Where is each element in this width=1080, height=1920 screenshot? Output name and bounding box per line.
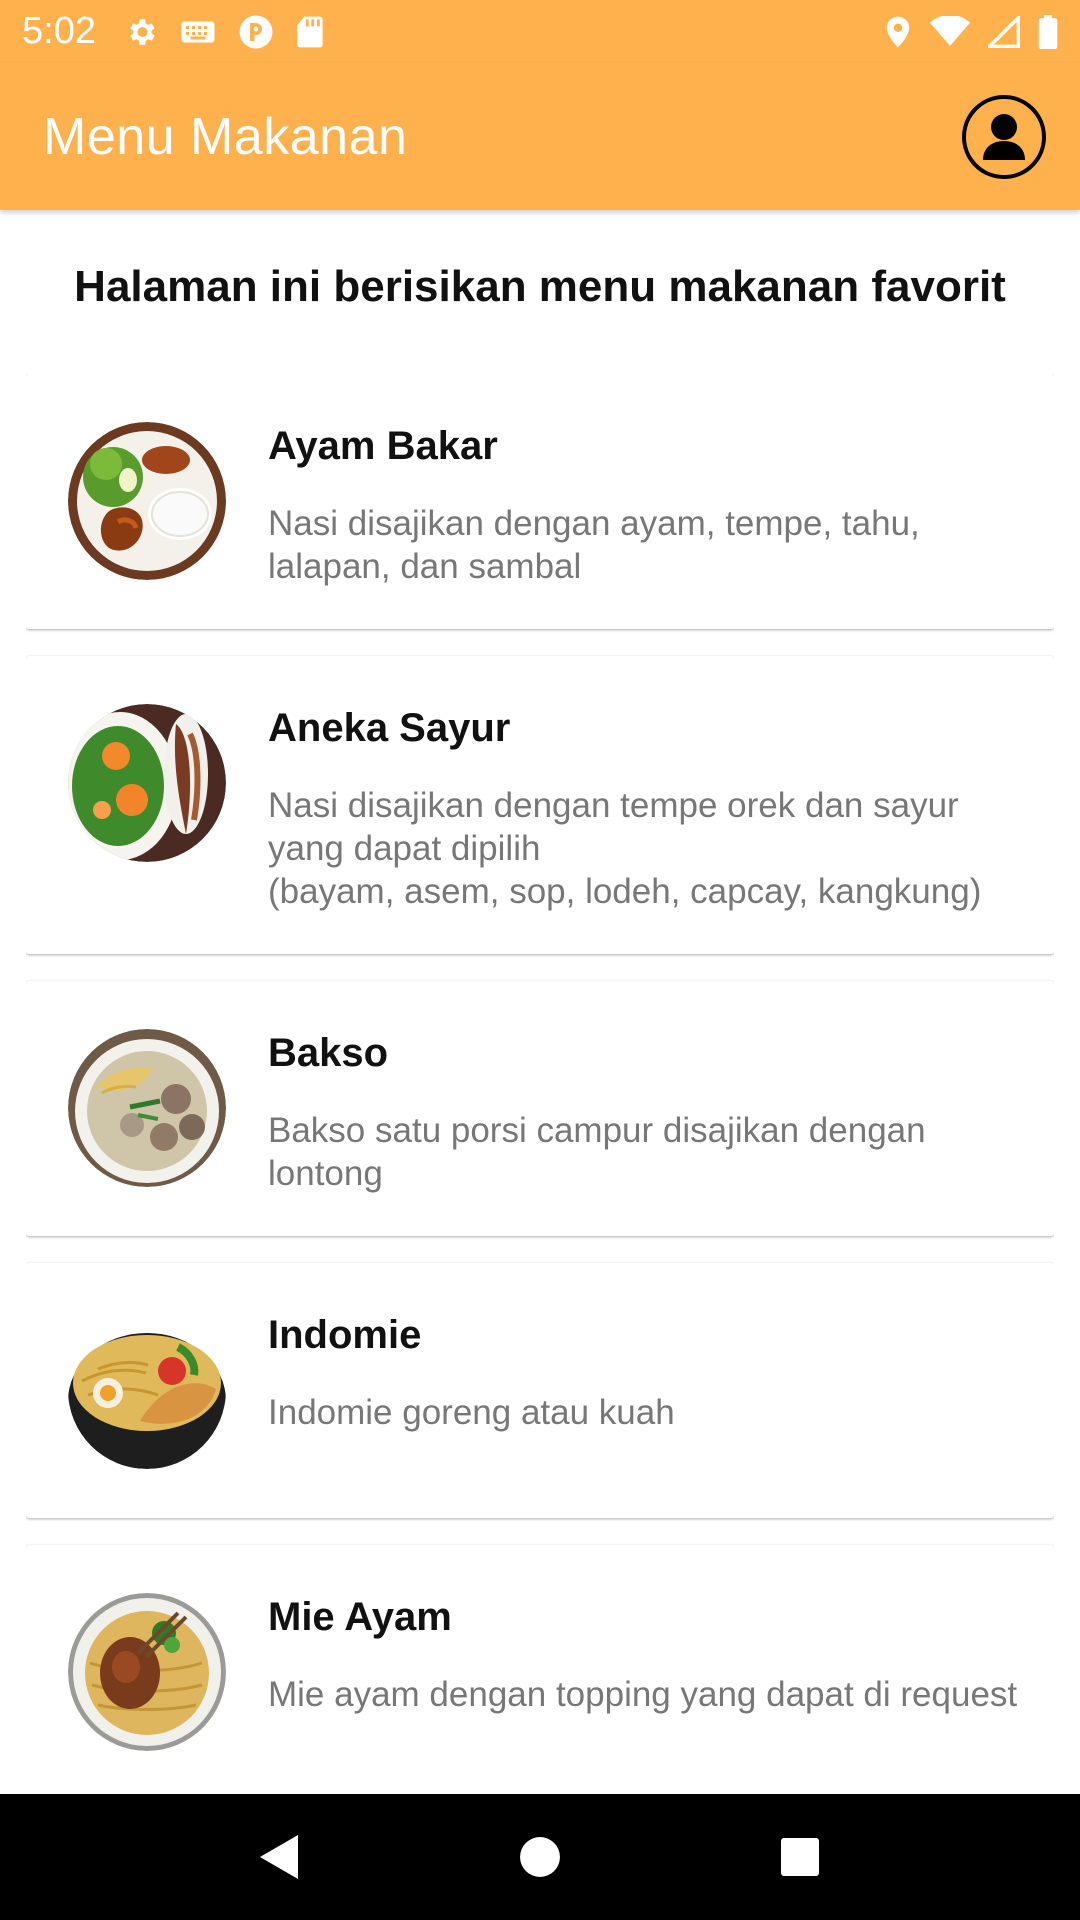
status-time: 5:02 (22, 10, 96, 52)
menu-item-description: Nasi disajikan dengan ayam, tempe, tahu,… (268, 504, 920, 586)
menu-item-name: Indomie (268, 1313, 422, 1357)
menu-item-description: Indomie goreng atau kuah (268, 1393, 675, 1432)
home-icon[interactable] (510, 1827, 570, 1887)
mie-ayam-image (68, 1593, 226, 1751)
menu-item-name: Mie Ayam (268, 1595, 452, 1639)
sd-card-icon (296, 15, 324, 49)
menu-list: Ayam Bakar Nasi disajikan dengan ayam, t… (26, 374, 1054, 1793)
menu-card-aneka-sayur[interactable]: Aneka Sayur Nasi disajikan dengan tempe … (26, 656, 1054, 954)
signal-icon (988, 15, 1020, 48)
aneka-sayur-image (68, 704, 226, 862)
recents-icon[interactable] (770, 1827, 830, 1887)
menu-item-description: Bakso satu porsi campur disajikan dengan… (268, 1111, 926, 1193)
status-bar: 5:02 (0, 0, 1080, 63)
bakso-image (68, 1029, 226, 1187)
back-icon[interactable] (250, 1827, 310, 1887)
ayam-bakar-image (68, 422, 226, 580)
keyboard-icon (180, 17, 216, 47)
menu-card-indomie[interactable]: Indomie Indomie goreng atau kuah (26, 1263, 1054, 1518)
menu-card-ayam-bakar[interactable]: Ayam Bakar Nasi disajikan dengan ayam, t… (26, 374, 1054, 629)
app-title: Menu Makanan (43, 107, 408, 166)
location-icon (884, 15, 912, 49)
indomie-image (68, 1311, 226, 1469)
system-nav-bar (0, 1794, 1080, 1920)
battery-icon (1038, 14, 1058, 49)
menu-item-description: Mie ayam dengan topping yang dapat di re… (268, 1675, 1018, 1714)
menu-card-bakso[interactable]: Bakso Bakso satu porsi campur disajikan … (26, 981, 1054, 1236)
wifi-icon (930, 15, 970, 48)
account-circle-icon[interactable] (960, 93, 1048, 181)
menu-item-name: Aneka Sayur (268, 706, 511, 750)
menu-item-description: Nasi disajikan dengan tempe orek dan say… (268, 786, 982, 911)
menu-item-name: Bakso (268, 1031, 389, 1075)
app-bar: Menu Makanan (0, 63, 1080, 210)
menu-item-name: Ayam Bakar (268, 424, 498, 468)
page-heading: Halaman ini berisikan menu makanan favor… (74, 262, 1006, 311)
app-badge-icon (238, 14, 274, 50)
gear-icon (124, 15, 158, 49)
menu-card-mie-ayam[interactable]: Mie Ayam Mie ayam dengan topping yang da… (26, 1545, 1054, 1793)
screen: 5:02 Menu Makanan Halaman ini berisikan … (0, 0, 1080, 1920)
